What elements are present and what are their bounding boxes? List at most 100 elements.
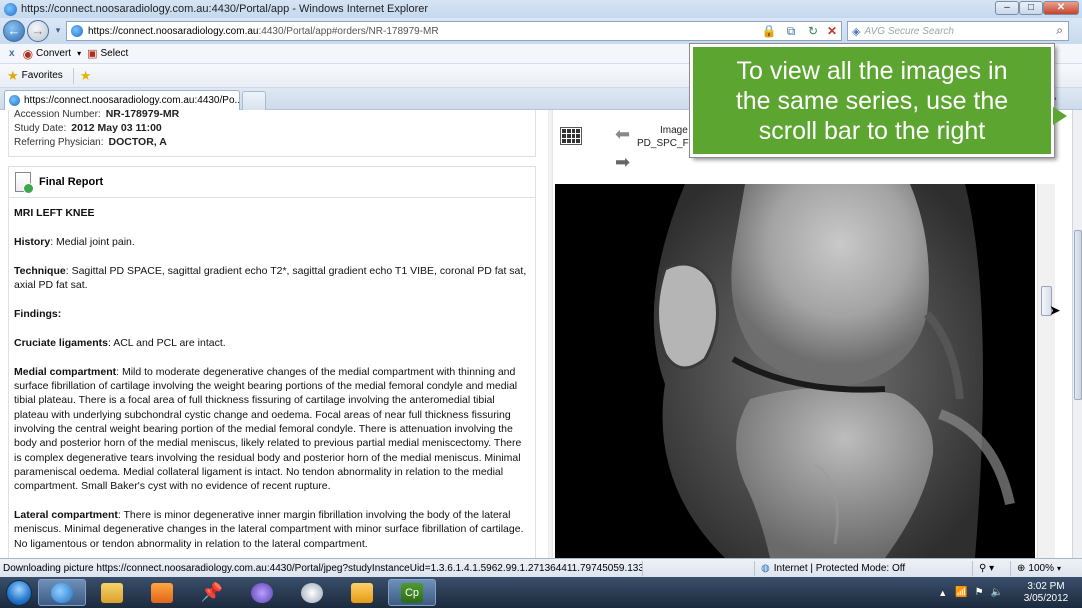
page-icon — [71, 25, 83, 37]
outlook-icon — [351, 582, 373, 603]
close-window-button[interactable]: ✕ — [1043, 1, 1079, 15]
report-body: MRI LEFT KNEE History: Medial joint pain… — [8, 198, 536, 558]
search-icon[interactable]: ⌕ — [1056, 23, 1063, 38]
next-image-arrow-icon[interactable]: ➡ — [615, 152, 630, 173]
report-document-icon — [15, 172, 34, 194]
stop-icon[interactable]: ✕ — [824, 23, 840, 39]
clock[interactable]: 3:02 PM 3/05/2012 — [1010, 581, 1082, 605]
cruciate-label: Cruciate ligaments — [14, 336, 108, 349]
taskbar-captivate[interactable]: Cp — [388, 579, 436, 606]
window-title: https://connect.noosaradiology.com.au:44… — [21, 3, 429, 15]
ie-taskbar-icon — [51, 582, 73, 603]
status-bar: Downloading picture https://connect.noos… — [0, 558, 1082, 577]
back-button[interactable]: ← — [3, 20, 25, 42]
address-bar[interactable]: https://connect.noosaradiology.com.au:44… — [66, 21, 842, 41]
refresh-icon[interactable]: ↻ — [805, 23, 821, 39]
select-button[interactable]: Select — [100, 48, 128, 59]
taskbar-ie[interactable] — [38, 579, 86, 606]
clock-time: 3:02 PM — [1027, 580, 1065, 592]
convert-icon: ◉ — [22, 46, 34, 61]
layout-grid-icon[interactable] — [560, 127, 582, 145]
instruction-callout: To view all the images in the same serie… — [690, 44, 1067, 157]
swirl-icon — [251, 582, 273, 603]
media-player-icon — [151, 582, 173, 603]
final-report-header[interactable]: Final Report — [8, 166, 536, 198]
separator — [72, 67, 74, 84]
status-message: Downloading picture https://connect.noos… — [3, 562, 642, 574]
protected-mode-icon[interactable]: ⚲ ▾ — [972, 560, 1010, 576]
tab-title: https://connect.noosaradiology.com.au:44… — [24, 95, 240, 106]
avg-search-icon: ◈ — [852, 25, 861, 38]
series-scrollbar[interactable] — [1037, 184, 1055, 558]
url-path: :4430/Portal/app#orders/NR-178979-MR — [258, 25, 439, 37]
minimize-button[interactable]: – — [995, 1, 1019, 15]
windows-orb-icon — [6, 579, 32, 606]
lock-icon[interactable]: 🔒 — [761, 23, 777, 39]
close-toolbar-button[interactable]: x — [9, 48, 15, 59]
study-info: Accession Number: NR-178979-MR Study Dat… — [8, 110, 536, 157]
callout-line-1: To view all the images in — [736, 57, 1008, 85]
medial-label: Medial compartment — [14, 365, 117, 378]
page-scrollbar[interactable] — [1072, 110, 1082, 558]
mouse-pointer-icon: ➤ — [1049, 302, 1061, 318]
captivate-icon: Cp — [401, 582, 423, 603]
image-label: Image — [660, 125, 688, 136]
progress-segment — [642, 560, 754, 576]
show-hidden-icons-icon[interactable]: ▲ — [938, 588, 947, 598]
final-report-title: Final Report — [39, 176, 104, 188]
search-placeholder: AVG Secure Search — [864, 25, 954, 37]
zoom-icon: ⊕ — [1017, 562, 1026, 574]
taskbar-app-swirl[interactable] — [238, 579, 286, 606]
zone-segment[interactable]: ◍ Internet | Protected Mode: Off — [754, 560, 972, 576]
study-date-label: Study Date: — [14, 122, 67, 134]
technique-text: : Sagittal PD SPACE, sagittal gradient e… — [14, 264, 527, 292]
pushpin-icon: 📌 — [200, 582, 224, 602]
select-icon: ▣ — [87, 48, 98, 60]
convert-dropdown-icon[interactable]: ▾ — [77, 49, 81, 58]
report-title: MRI LEFT KNEE — [14, 207, 95, 219]
convert-button[interactable]: Convert — [36, 48, 71, 59]
url-host: https://connect.noosaradiology.com.au — [88, 25, 259, 37]
start-button[interactable] — [0, 577, 38, 608]
clock-app-icon — [301, 582, 323, 603]
zoom-control[interactable]: ⊕ 100% ▾ — [1010, 560, 1072, 576]
tab-portal[interactable]: https://connect.noosaradiology.com.au:44… — [4, 90, 240, 110]
taskbar-clock-app[interactable] — [288, 579, 336, 606]
mri-image[interactable] — [555, 184, 1035, 558]
clock-date: 3/05/2012 — [1023, 592, 1069, 604]
forward-button[interactable]: → — [27, 20, 49, 42]
zoom-level: 100% — [1028, 562, 1054, 574]
taskbar-media[interactable] — [138, 579, 186, 606]
history-dropdown-icon[interactable]: ▾ — [50, 22, 66, 38]
series-label: PD_SPC_F — [637, 138, 689, 149]
maximize-button[interactable]: □ — [1019, 1, 1043, 15]
callout-pointer — [1053, 107, 1067, 125]
cruciate-text: : ACL and PCL are intact. — [107, 336, 226, 349]
add-favorite-icon[interactable]: ★ — [80, 68, 92, 84]
favorites-button[interactable]: Favorites — [22, 70, 63, 81]
technique-label: Technique — [14, 264, 66, 277]
navigation-bar: ← → ▾ https://connect.noosaradiology.com… — [0, 18, 1082, 44]
lateral-label: Lateral compartment — [14, 509, 118, 522]
globe-icon: ◍ — [761, 562, 770, 574]
previous-image-arrow-icon[interactable]: ⬅ — [615, 124, 630, 145]
new-tab-button[interactable] — [242, 91, 266, 110]
taskbar-outlook[interactable] — [338, 579, 386, 606]
image-viewer: ⬅ ➡ Image PD_SPC_F ➤ — [553, 110, 1072, 558]
accession-value: NR-178979-MR — [105, 110, 180, 120]
ie-icon — [4, 2, 17, 16]
callout-line-2: the same series, use the — [735, 87, 1009, 115]
search-box[interactable]: ◈ AVG Secure Search ⌕ — [847, 21, 1069, 41]
flag-icon[interactable]: ⚑ — [975, 587, 984, 598]
knee-mri-illustration — [555, 184, 1035, 558]
taskbar-explorer[interactable] — [88, 579, 136, 606]
network-icon[interactable]: 📶 — [955, 587, 967, 598]
taskbar-pin[interactable]: 📌 — [188, 579, 236, 606]
address-url[interactable]: https://connect.noosaradiology.com.au:44… — [88, 26, 439, 37]
volume-icon[interactable]: 🔈 — [991, 587, 1003, 598]
zoom-dropdown-icon: ▾ — [1056, 563, 1061, 573]
page-scrollbar-thumb[interactable] — [1074, 230, 1082, 400]
findings-label: Findings: — [14, 307, 62, 320]
compatibility-view-icon[interactable]: ⧉ — [783, 23, 799, 39]
taskbar: 📌 Cp ▲ 📶 ⚑ 🔈 3:02 PM 3/05/2012 — [0, 577, 1082, 608]
